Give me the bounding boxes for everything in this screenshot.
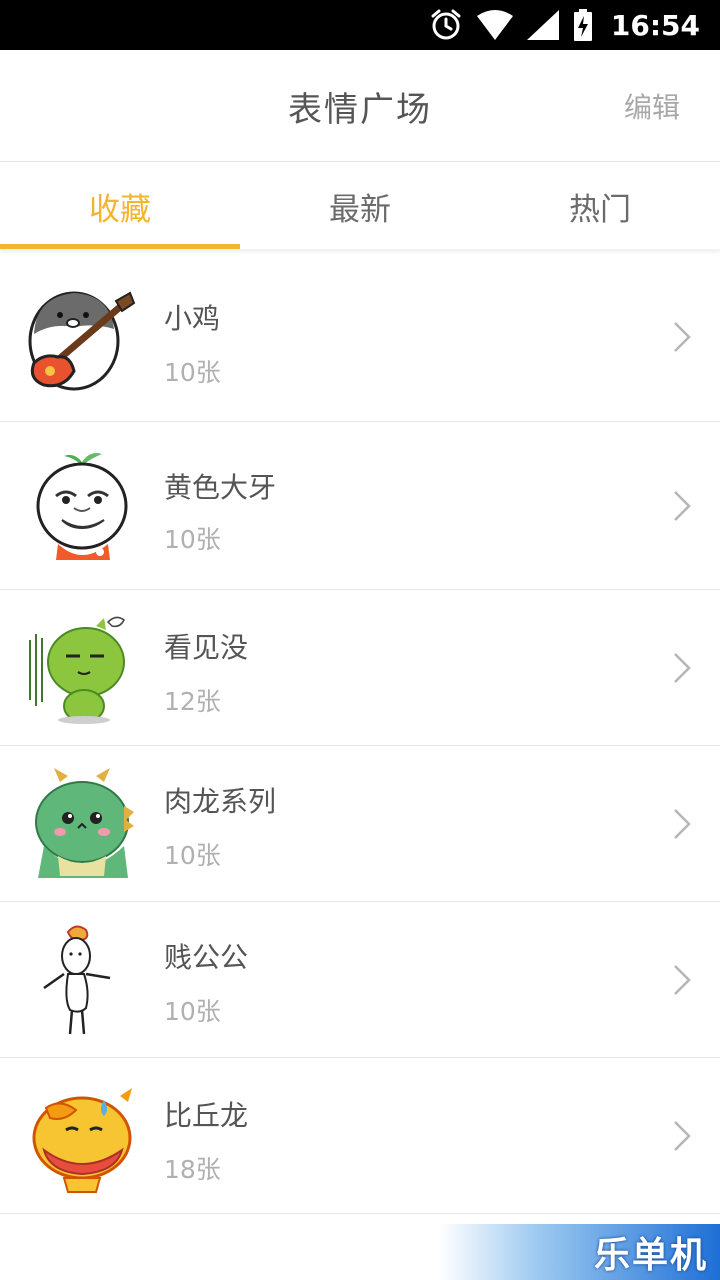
watermark-text: 乐单机 (593, 1235, 708, 1276)
green-dragon-sticker-icon (35, 767, 134, 878)
tab-popular[interactable]: 热门 (480, 163, 720, 249)
list-item[interactable]: 看见没 12张 (0, 590, 720, 746)
page-title: 表情广场 (288, 89, 432, 130)
green-blob-sticker-icon (29, 616, 125, 724)
rage-face-sprout-sticker-icon (36, 452, 128, 560)
chevron-right-icon (674, 1120, 691, 1151)
pack-name: 黄色大牙 (164, 471, 277, 504)
alarm-icon (431, 9, 461, 40)
chevron-right-icon (674, 808, 691, 839)
app-header: 表情广场 编辑 (0, 50, 720, 162)
edit-button[interactable]: 编辑 (624, 50, 680, 162)
stick-figure-sticker-icon (43, 925, 111, 1034)
chevron-right-icon (674, 490, 691, 521)
pack-count: 12张 (164, 687, 221, 716)
chick-guitar-sticker-icon (28, 291, 136, 391)
pack-name: 比丘龙 (164, 1099, 249, 1132)
chevron-right-icon (674, 322, 691, 352)
wifi-icon (476, 10, 513, 40)
status-time: 16:54 (610, 8, 700, 42)
list-item[interactable]: 黄色大牙 10张 (0, 422, 720, 590)
chevron-right-icon (674, 964, 691, 995)
watermark-logo: 乐单机 (440, 1224, 720, 1280)
tab-latest[interactable]: 最新 (240, 163, 480, 249)
sticker-pack-list: 小鸡 10张 黄色大牙 10张 看见没 12张 肉龙系列 10张 贱公公 10张… (0, 253, 720, 1214)
list-item[interactable]: 贱公公 10张 (0, 902, 720, 1058)
status-icons: 16:54 (429, 0, 700, 50)
pack-name: 肉龙系列 (164, 785, 277, 818)
status-bar: 16:54 (0, 0, 720, 50)
pack-count: 10张 (164, 525, 221, 554)
list-item[interactable]: 肉龙系列 10张 (0, 746, 720, 902)
pack-count: 10张 (164, 997, 221, 1026)
signal-icon (526, 10, 559, 40)
pack-name: 看见没 (164, 631, 249, 664)
pack-count: 10张 (164, 358, 221, 387)
pack-count: 10张 (164, 841, 221, 870)
battery-charging-icon (573, 9, 592, 41)
tab-bar: 收藏 最新 热门 (0, 163, 720, 249)
pack-count: 18张 (164, 1155, 221, 1184)
list-item[interactable]: 比丘龙 18张 (0, 1058, 720, 1214)
list-item[interactable]: 小鸡 10张 (0, 253, 720, 422)
pack-name: 贱公公 (164, 941, 249, 974)
tab-favorites[interactable]: 收藏 (0, 163, 240, 249)
chevron-right-icon (674, 652, 691, 683)
yellow-dragon-sticker-icon (32, 1087, 132, 1193)
pack-name: 小鸡 (164, 302, 221, 335)
